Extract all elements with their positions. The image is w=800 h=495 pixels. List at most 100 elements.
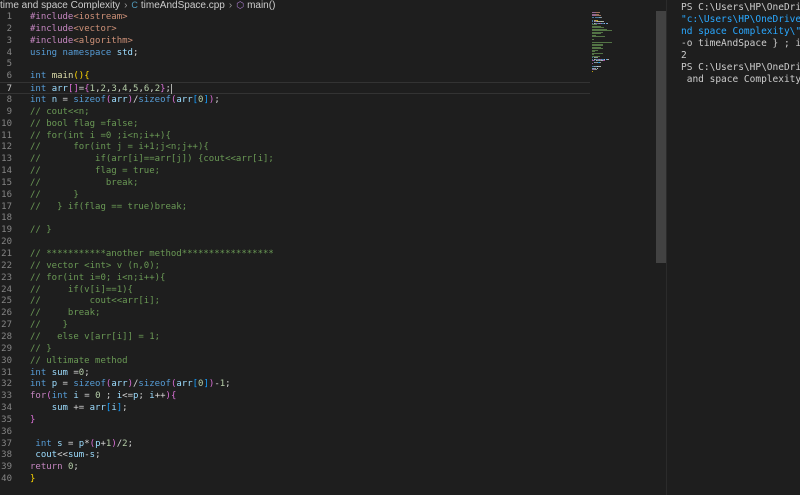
breadcrumb-folder[interactable]: time and space Complexity	[0, 0, 120, 11]
code-token: {	[84, 71, 90, 82]
code-line[interactable]: 8 int n = sizeof(arr)/sizeof(arr[0]);	[0, 94, 590, 106]
code-line[interactable]: 5	[0, 58, 590, 70]
code-token: // bool flag =false;	[30, 118, 139, 129]
code-token: =	[78, 391, 96, 402]
code-editor[interactable]: 1 #include<iostream> 2 #include<vector> 3 #in…	[0, 11, 658, 495]
code-line[interactable]: 37 int s = p*(p+1)/2;	[0, 438, 590, 450]
minimap-stroke	[592, 36, 606, 37]
code-token: int	[30, 367, 47, 378]
code-token: ;	[132, 47, 139, 58]
editor-scrollbar-thumb[interactable]	[656, 11, 666, 263]
code-token: <=	[122, 391, 134, 402]
line-number: 8	[6, 94, 12, 105]
line-number: 9	[6, 106, 12, 117]
cpp-file-icon: C	[131, 0, 138, 10]
code-line[interactable]: 19 // }	[0, 224, 590, 236]
breadcrumb-symbol[interactable]: main()	[247, 0, 275, 11]
terminal-line: "c:\Users\HP\OneDrive\De	[681, 14, 800, 25]
code-line[interactable]: 2 #include<vector>	[0, 23, 590, 35]
code-token: // }	[30, 320, 68, 331]
code-line[interactable]: 29 // }	[0, 343, 590, 355]
code-text: sum += arr[i];	[30, 402, 128, 414]
code-line[interactable]: 3 #include<algorithm>	[0, 35, 590, 47]
code-line[interactable]: 21 // ***********another method**********…	[0, 248, 590, 260]
code-token: {	[170, 391, 177, 402]
code-line[interactable]: 35}	[0, 414, 590, 426]
code-text: // ultimate method	[30, 355, 128, 367]
code-text: // if(arr[i]==arr[j]) {cout<<arr[i];	[30, 153, 274, 165]
code-token: #include	[30, 35, 74, 46]
code-line[interactable]: 28 // else v[arr[i]] = 1;	[0, 331, 590, 343]
code-text: // if(v[i]==1){	[30, 284, 133, 296]
code-line[interactable]: 33 for(int i = 0 ; i<=p; i++){	[0, 390, 590, 402]
line-number: 17	[1, 201, 12, 212]
code-line[interactable]: 34 sum += arr[i];	[0, 402, 590, 414]
line-number: 19	[1, 225, 12, 236]
code-line[interactable]: 6 int main(){	[0, 70, 590, 82]
code-line[interactable]: 10 // bool flag =false;	[0, 118, 590, 130]
code-line[interactable]: 7 int arr[]={1,2,3,4,5,6,2};	[0, 82, 590, 95]
code-token: // ultimate method	[30, 355, 128, 366]
code-line[interactable]: 17 // } if(flag == true)break;	[0, 201, 590, 213]
breadcrumb-file[interactable]: timeAndSpace.cpp	[141, 0, 225, 11]
line-number: 37	[1, 438, 12, 449]
code-token: ;	[122, 403, 128, 414]
code-text: // for(int i =0 ;i<n;i++){	[30, 130, 171, 142]
terminal-line: PS C:\Users\HP\OneDrive\	[681, 2, 800, 13]
line-number: 33	[1, 391, 12, 402]
code-line[interactable]: 14 // flag = true;	[0, 165, 590, 177]
code-line[interactable]: 1 #include<iostream>	[0, 11, 590, 23]
code-line[interactable]: 40}	[0, 473, 590, 485]
code-token: sizeof	[138, 94, 171, 105]
code-line[interactable]: 15 // break;	[0, 177, 590, 189]
code-text: // ***********another method************…	[30, 248, 274, 260]
code-line[interactable]: 25 // cout<<arr[i];	[0, 295, 590, 307]
code-line[interactable]: 4 using namespace std;	[0, 47, 590, 59]
line-number: 30	[1, 355, 12, 366]
code-token: =	[57, 94, 74, 105]
code-line[interactable]: 39 return 0;	[0, 461, 590, 473]
code-text: // }	[30, 343, 52, 355]
code-text: int main(){	[30, 70, 90, 82]
code-line[interactable]: 36	[0, 426, 590, 438]
code-token: ;	[84, 367, 90, 378]
code-line[interactable]: 32 int p = sizeof(arr)/sizeof(arr[0])-1;	[0, 378, 590, 390]
code-text: return 0;	[30, 461, 79, 473]
code-line[interactable]: 31 int sum =0;	[0, 367, 590, 379]
terminal-panel[interactable]: PS C:\Users\HP\OneDrive\"c:\Users\HP\One…	[666, 0, 800, 495]
code-line[interactable]: 9 // cout<<n;	[0, 106, 590, 118]
code-token: main	[51, 71, 74, 82]
code-line[interactable]: 16 // }	[0, 189, 590, 201]
text-cursor	[170, 83, 172, 94]
line-number: 13	[1, 154, 12, 165]
vscode-window: time and space Complexity › CtimeAndSpace.…	[0, 0, 800, 495]
code-line[interactable]: 12 // for(int j = i+1;j<n;j++){	[0, 141, 590, 153]
code-line[interactable]: 18	[0, 212, 590, 224]
code-line[interactable]: 22 // vector <int> v (n,0);	[0, 260, 590, 272]
code-token: // }	[30, 189, 79, 200]
code-token: // break;	[30, 177, 139, 188]
code-line[interactable]: 30 // ultimate method	[0, 355, 590, 367]
line-number: 31	[1, 367, 12, 378]
code-token: namespace	[62, 47, 112, 58]
code-line[interactable]: 20	[0, 236, 590, 248]
code-line[interactable]: 11 // for(int i =0 ;i<n;i++){	[0, 130, 590, 142]
line-number: 12	[1, 142, 12, 153]
code-line[interactable]: 27 // }	[0, 319, 590, 331]
minimap[interactable]	[592, 12, 622, 72]
code-token: ;	[225, 379, 231, 390]
line-number: 28	[1, 331, 12, 342]
code-token: // if(arr[i]==arr[j]) {cout<<arr[i];	[30, 154, 274, 165]
code-line[interactable]: 13 // if(arr[i]==arr[j]) {cout<<arr[i];	[0, 153, 590, 165]
code-line[interactable]: 23 // for(int i=0; i<n;i++){	[0, 272, 590, 284]
code-token: for	[30, 391, 47, 402]
code-token: #include	[30, 23, 74, 34]
code-line[interactable]: 26 // break;	[0, 307, 590, 319]
line-number: 5	[6, 59, 12, 70]
code-token: int	[30, 71, 47, 82]
code-token: =	[57, 379, 74, 390]
code-line[interactable]: 38 cout<<sum-s;	[0, 449, 590, 461]
code-token: // cout<<n;	[30, 106, 90, 117]
line-number: 39	[1, 462, 12, 473]
code-line[interactable]: 24 // if(v[i]==1){	[0, 284, 590, 296]
